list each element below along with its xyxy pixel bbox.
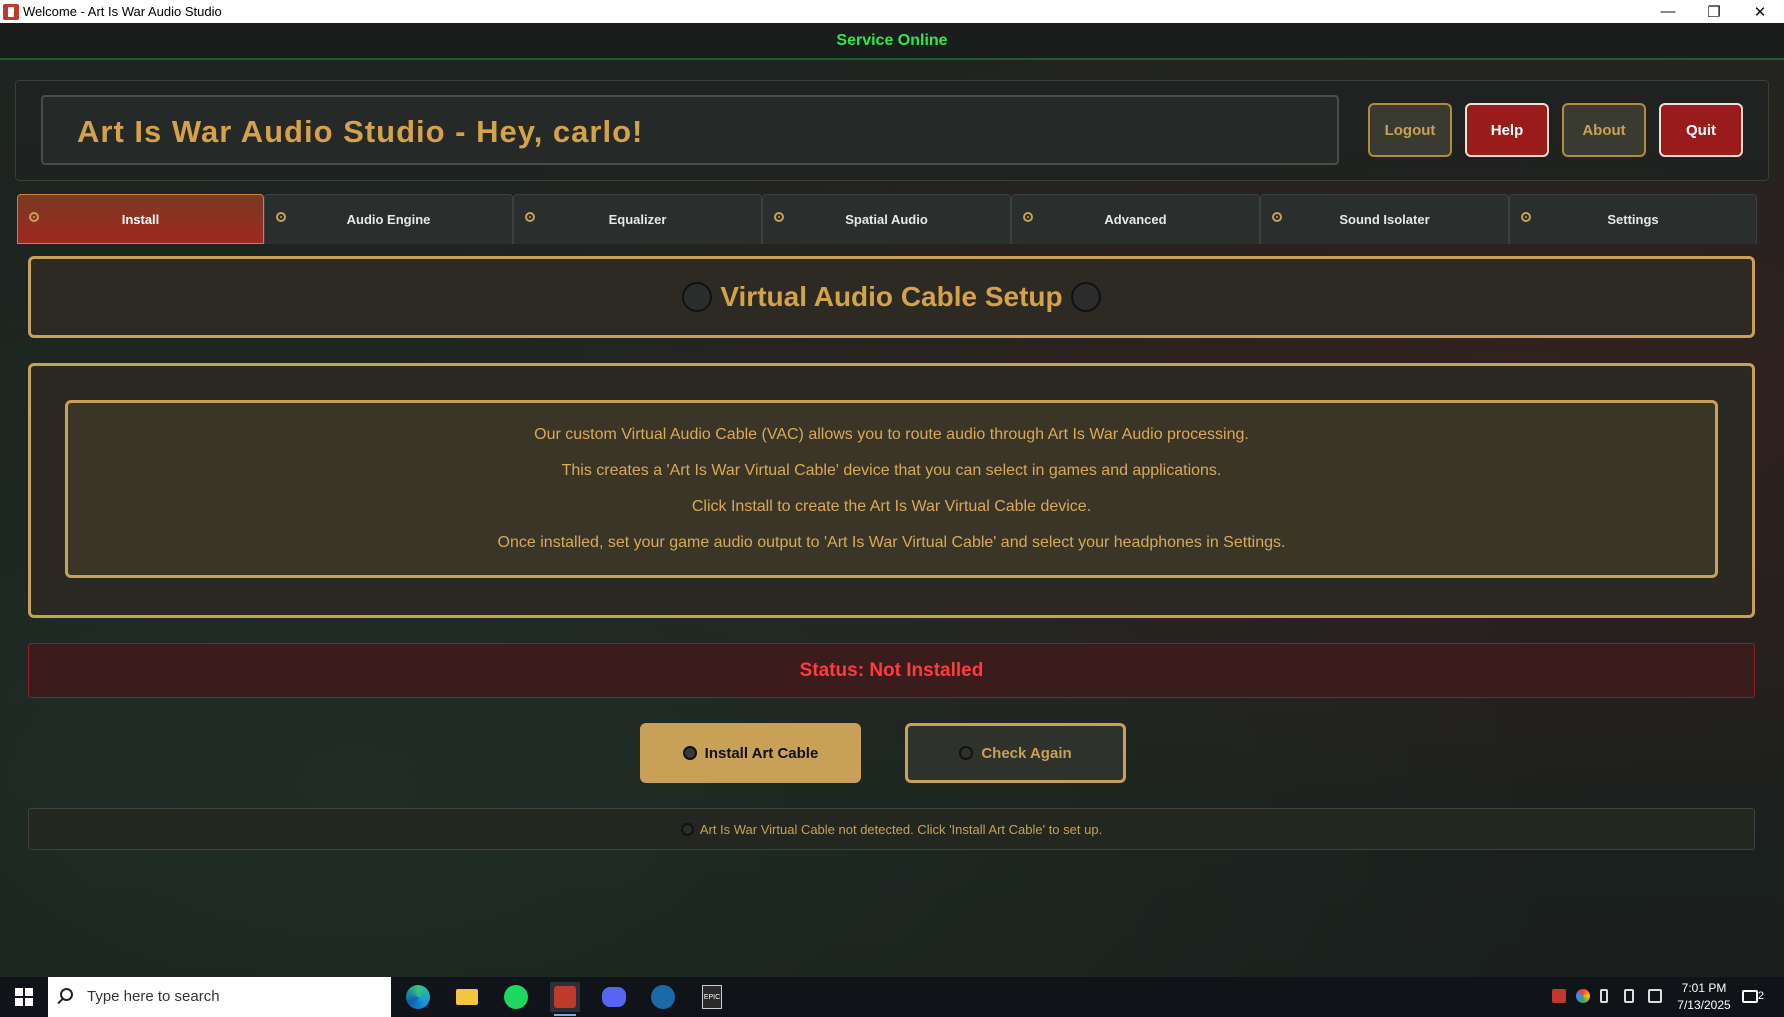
art-is-war-app[interactable]: [550, 982, 580, 1016]
tab-sound-isolater[interactable]: Sound Isolater: [1260, 194, 1509, 244]
maximize-button[interactable]: ❐: [1691, 0, 1737, 23]
tab-equalizer[interactable]: Equalizer: [513, 194, 762, 244]
detection-note: Art Is War Virtual Cable not detected. C…: [28, 808, 1755, 850]
info-line: Once installed, set your game audio outp…: [497, 534, 1286, 551]
art-is-war-tray-icon[interactable]: [1552, 989, 1566, 1003]
button-label: Install Art Cable: [704, 744, 819, 762]
tab-label: Equalizer: [608, 212, 667, 227]
note-text: Art Is War Virtual Cable not detected. C…: [699, 821, 1103, 837]
notification-icon: [1742, 989, 1758, 1003]
spotify-icon: [504, 985, 528, 1009]
discord-app[interactable]: [599, 982, 629, 1012]
install-status: Status: Not Installed: [28, 643, 1755, 698]
app-icon: [3, 4, 19, 20]
radio-icon: [276, 212, 286, 222]
minimize-button[interactable]: —: [1645, 0, 1691, 23]
search-placeholder: Type here to search: [87, 988, 220, 1005]
circle-icon: [680, 822, 694, 836]
header-panel: Art Is War Audio Studio - Hey, carlo! Lo…: [15, 80, 1769, 181]
radio-icon: [1272, 212, 1282, 222]
spotify-app[interactable]: [501, 982, 531, 1012]
tab-label: Install: [121, 211, 160, 227]
radio-icon: [774, 212, 784, 222]
button-label: Check Again: [981, 744, 1072, 762]
taskbar-search[interactable]: Type here to search: [48, 977, 391, 1017]
window-titlebar: Welcome - Art Is War Audio Studio — ❐ ✕: [0, 0, 1784, 23]
info-line: Our custom Virtual Audio Cable (VAC) all…: [534, 426, 1249, 443]
epic-games-icon: EPIC: [702, 985, 722, 1009]
chrome-tray-icon[interactable]: [1576, 989, 1590, 1003]
radio-icon: [29, 212, 39, 222]
info-panel: Our custom Virtual Audio Cable (VAC) all…: [28, 363, 1755, 618]
steam-icon: [651, 985, 675, 1009]
window-title: Welcome - Art Is War Audio Studio: [23, 4, 222, 19]
section-title: Virtual Audio Cable Setup: [720, 281, 1063, 312]
info-line: This creates a 'Art Is War Virtual Cable…: [561, 462, 1222, 479]
logout-button[interactable]: Logout: [1368, 103, 1452, 157]
radio-icon: [1521, 212, 1531, 222]
section-header: Virtual Audio Cable Setup: [28, 256, 1755, 338]
windows-logo-icon: [15, 988, 33, 1006]
taskbar-clock[interactable]: 7:01 PM 7/13/2025: [1668, 980, 1740, 1014]
discord-icon: [602, 987, 626, 1007]
circle-icon: [682, 282, 713, 312]
info-box: Our custom Virtual Audio Cable (VAC) all…: [65, 400, 1718, 578]
quit-button[interactable]: Quit: [1659, 103, 1743, 157]
radio-icon: [525, 212, 535, 222]
network-icon[interactable]: [1648, 989, 1662, 1003]
help-button[interactable]: Help: [1465, 103, 1549, 157]
notification-count: 2: [1757, 990, 1764, 1002]
edge-app[interactable]: [403, 982, 433, 1012]
tab-label: Audio Engine: [346, 212, 431, 227]
about-button[interactable]: About: [1562, 103, 1646, 157]
tab-audio-engine[interactable]: Audio Engine: [264, 194, 513, 244]
clock-time: 7:01 PM: [1681, 981, 1727, 995]
info-line: Click Install to create the Art Is War V…: [691, 498, 1092, 515]
tab-bar: Install Audio Engine Equalizer Spatial A…: [17, 194, 1757, 244]
install-art-cable-button[interactable]: Install Art Cable: [640, 723, 861, 783]
start-button[interactable]: [0, 977, 48, 1017]
tab-label: Advanced: [1104, 212, 1167, 227]
tab-install[interactable]: Install: [17, 194, 264, 244]
tab-spatial-audio[interactable]: Spatial Audio: [762, 194, 1011, 244]
taskbar: Type here to search EPIC 7:01 PM 7/13/20…: [0, 977, 1784, 1017]
check-again-button[interactable]: Check Again: [905, 723, 1126, 783]
circle-icon: [959, 746, 974, 760]
tab-advanced[interactable]: Advanced: [1011, 194, 1260, 244]
folder-icon: [456, 989, 478, 1005]
search-icon: [60, 988, 73, 1001]
tab-label: Settings: [1607, 212, 1659, 227]
app-window: Service Online Art Is War Audio Studio -…: [0, 23, 1784, 977]
clock-date: 7/13/2025: [1677, 998, 1731, 1012]
tab-label: Sound Isolater: [1339, 212, 1430, 227]
welcome-title-box: Art Is War Audio Studio - Hey, carlo!: [41, 95, 1339, 165]
close-button[interactable]: ✕: [1737, 0, 1783, 23]
volume-icon[interactable]: [1600, 989, 1608, 1003]
edge-icon: [406, 985, 430, 1009]
radio-icon: [1023, 212, 1033, 222]
notification-center-button[interactable]: 2: [1742, 985, 1764, 1007]
circle-icon: [682, 746, 697, 760]
steam-app[interactable]: [648, 982, 678, 1012]
welcome-title: Art Is War Audio Studio - Hey, carlo!: [77, 114, 644, 149]
usb-icon[interactable]: [1624, 989, 1634, 1003]
file-explorer-app[interactable]: [452, 982, 482, 1012]
art-is-war-icon: [554, 986, 576, 1008]
tab-settings[interactable]: Settings: [1509, 194, 1757, 244]
circle-icon: [1070, 282, 1101, 312]
epic-games-app[interactable]: EPIC: [697, 982, 727, 1012]
service-status: Service Online: [0, 23, 1784, 60]
tab-label: Spatial Audio: [845, 212, 928, 227]
